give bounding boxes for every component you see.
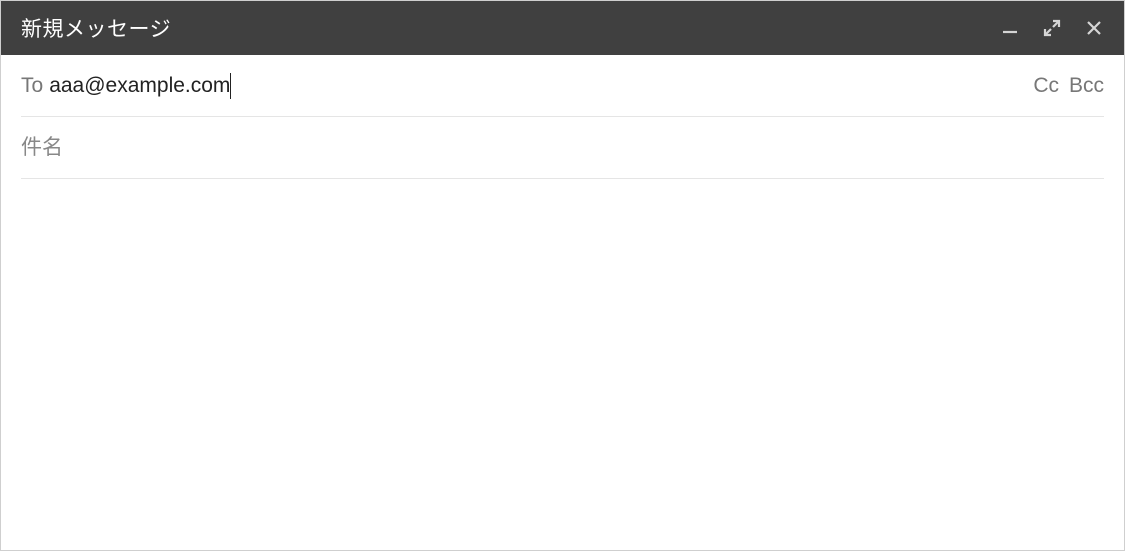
titlebar: 新規メッセージ xyxy=(1,1,1124,55)
bcc-link[interactable]: Bcc xyxy=(1069,74,1104,98)
close-icon[interactable] xyxy=(1084,18,1104,38)
to-row: To aaa@example.com Cc Bcc xyxy=(21,55,1104,117)
compose-window: 新規メッセージ To aaa@example.com xyxy=(0,0,1125,551)
cc-bcc-group: Cc Bcc xyxy=(1033,74,1104,98)
window-title: 新規メッセージ xyxy=(21,13,1000,43)
subject-row xyxy=(21,117,1104,179)
minimize-icon[interactable] xyxy=(1000,18,1020,38)
subject-input[interactable] xyxy=(21,136,1104,160)
cc-link[interactable]: Cc xyxy=(1033,74,1059,98)
expand-icon[interactable] xyxy=(1042,18,1062,38)
text-caret xyxy=(230,73,231,99)
body-textarea[interactable] xyxy=(21,195,1104,534)
to-input[interactable]: aaa@example.com xyxy=(49,74,230,98)
to-input-wrap[interactable]: aaa@example.com xyxy=(49,73,1033,99)
body-area xyxy=(1,179,1124,550)
to-label: To xyxy=(21,74,43,98)
header-fields: To aaa@example.com Cc Bcc xyxy=(1,55,1124,179)
titlebar-actions xyxy=(1000,18,1104,38)
